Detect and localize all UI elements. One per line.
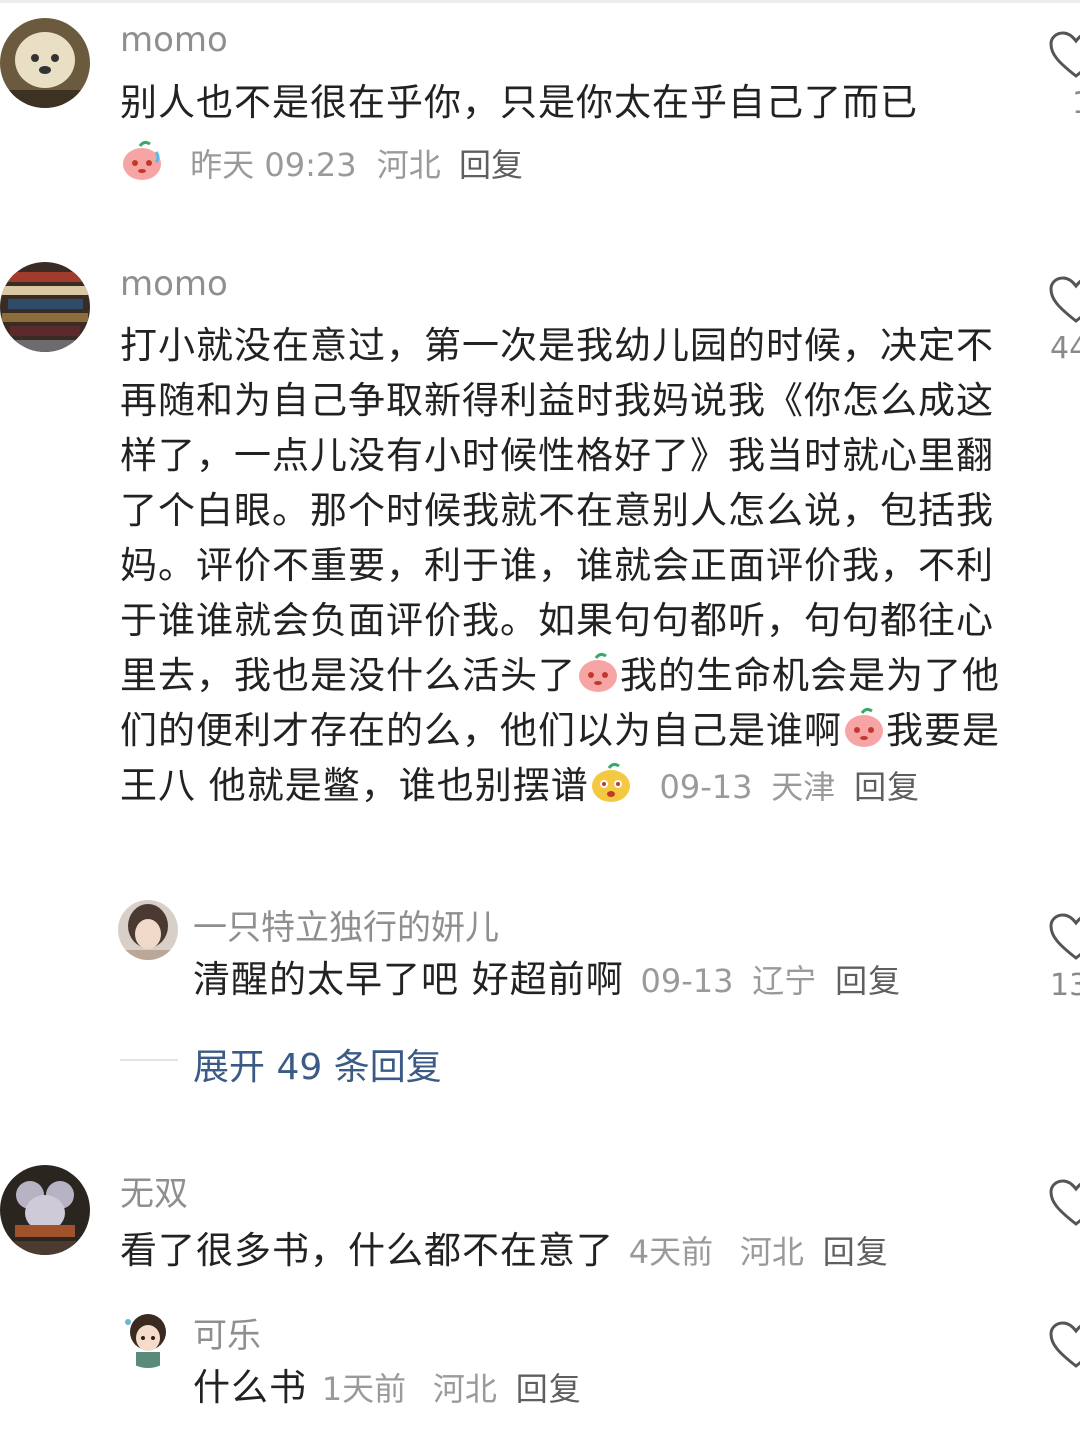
- username[interactable]: 无双: [120, 1166, 188, 1215]
- reply-text: 清醒的太早了吧 好超前啊: [193, 958, 624, 1001]
- comment-text-row: 看了很多书，什么都不在意了 4天前 河北 回复: [120, 1223, 1020, 1280]
- reply-text: 什么书: [193, 1366, 307, 1409]
- like-count: 1: [1072, 86, 1080, 121]
- reply-time: 09-13: [640, 962, 734, 1000]
- avatar-girl-image: [118, 900, 178, 960]
- avatar[interactable]: [118, 900, 178, 960]
- orange-face-emoji-icon: [589, 760, 633, 804]
- avatar[interactable]: [0, 1165, 90, 1255]
- reply-text-row: 清醒的太早了吧 好超前啊 09-13 辽宁 回复: [193, 952, 993, 1009]
- expand-divider: [120, 1059, 178, 1061]
- reply-button[interactable]: 回复: [516, 1370, 582, 1408]
- avatar[interactable]: [0, 18, 90, 108]
- comment-text-part: 打小就没在意过，第一次是我幼儿园的时候，决定不再随和为自己争取新得利益时我妈说我…: [120, 324, 994, 697]
- like-button[interactable]: 1: [1048, 30, 1080, 121]
- reply-button[interactable]: 回复: [459, 146, 523, 184]
- comment-time: 4天前: [628, 1233, 714, 1271]
- reply-location: 河北: [432, 1370, 497, 1408]
- heart-outline-icon: [1049, 913, 1080, 960]
- heart-outline-icon: [1049, 31, 1080, 78]
- reply-location: 辽宁: [752, 962, 817, 1000]
- peach-face-emoji-icon: [842, 705, 886, 749]
- like-button[interactable]: [1048, 1320, 1080, 1370]
- username[interactable]: momo: [120, 264, 228, 304]
- like-button[interactable]: 13: [1048, 912, 1080, 1003]
- avatar[interactable]: [0, 262, 90, 352]
- comment-text: 别人也不是很在乎你，只是你太在乎自己了而已: [120, 81, 918, 124]
- reply-button[interactable]: 回复: [854, 768, 920, 806]
- expand-replies-button[interactable]: 展开 49 条回复: [193, 1038, 442, 1090]
- comment-meta: 昨天 09:23 河北 回复: [120, 138, 523, 186]
- like-button[interactable]: [1048, 1178, 1080, 1228]
- heart-outline-icon: [1049, 276, 1080, 323]
- reply-time: 1天前: [321, 1370, 407, 1408]
- avatar-mouse-image: [0, 1165, 90, 1255]
- like-count: 13: [1050, 968, 1080, 1003]
- avatar-dog-image: [0, 18, 90, 108]
- comment-text: 看了很多书，什么都不在意了: [120, 1229, 614, 1272]
- username[interactable]: 一只特立独行的妍儿: [193, 900, 499, 949]
- avatar-books-image: [0, 262, 90, 352]
- comment-time: 昨天 09:23: [190, 146, 357, 184]
- reply-button[interactable]: 回复: [823, 1233, 889, 1271]
- reply-button[interactable]: 回复: [835, 962, 901, 1000]
- comment-location: 河北: [739, 1233, 804, 1271]
- comment-text: 打小就没在意过，第一次是我幼儿园的时候，决定不再随和为自己争取新得利益时我妈说我…: [120, 318, 1000, 815]
- reply-text-row: 什么书 1天前 河北 回复: [193, 1360, 993, 1417]
- comment-time: 09-13: [659, 768, 753, 806]
- avatar-cartoon-girl-image: [118, 1308, 178, 1368]
- heart-outline-icon: [1049, 1179, 1080, 1226]
- top-divider: [0, 0, 1080, 3]
- like-count: 44: [1050, 331, 1080, 366]
- like-button[interactable]: 44: [1048, 275, 1080, 366]
- username[interactable]: 可乐: [193, 1308, 261, 1357]
- comment-location: 河北: [376, 146, 441, 184]
- heart-outline-icon: [1049, 1321, 1080, 1368]
- peach-face-emoji-icon: [120, 138, 164, 182]
- comment-location: 天津: [771, 768, 836, 806]
- avatar[interactable]: [118, 1308, 178, 1368]
- username[interactable]: momo: [120, 20, 228, 60]
- peach-face-emoji-icon: [576, 650, 620, 694]
